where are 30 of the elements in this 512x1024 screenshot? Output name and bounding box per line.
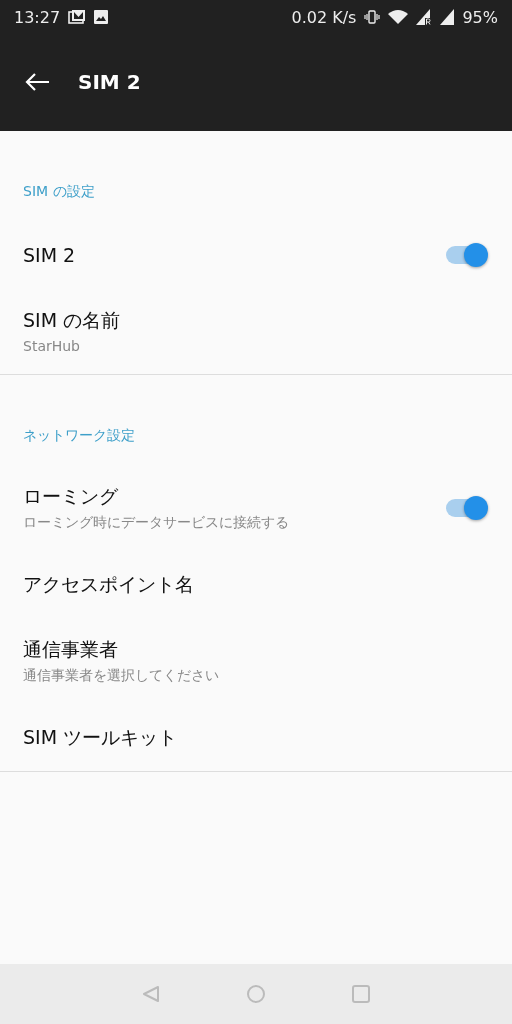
wifi-icon xyxy=(388,9,409,25)
item-title: アクセスポイント名 xyxy=(23,571,195,597)
page-title: SIM 2 xyxy=(78,70,141,94)
section-header: ネットワーク設定 xyxy=(22,426,136,445)
settings-item[interactable]: 通信事業者 通信事業者を選択してください xyxy=(0,618,512,704)
item-summary: 通信事業者を選択してください xyxy=(23,667,220,685)
settings-item[interactable]: SIM の名前 StarHub xyxy=(0,288,512,374)
signal-icon xyxy=(416,9,433,25)
section-header: SIM の設定 xyxy=(22,182,96,201)
status-time: 13:27 xyxy=(14,7,61,27)
item-summary: ローミング時にデータサービスに接続する xyxy=(23,514,290,532)
toggle-switch[interactable] xyxy=(446,245,486,264)
settings-item[interactable]: ローミング ローミング時にデータサービスに接続する xyxy=(0,465,512,551)
image-icon xyxy=(94,10,109,24)
network-speed: 0.02 K/s xyxy=(291,7,357,27)
item-title: SIM ツールキット xyxy=(23,724,179,750)
battery-level: 95% xyxy=(462,7,498,27)
settings-item[interactable]: SIM ツールキット xyxy=(0,704,512,771)
settings-item[interactable]: SIM 2 xyxy=(0,221,512,288)
signal-icon xyxy=(440,9,455,25)
item-title: ローミング xyxy=(23,484,119,509)
item-summary: StarHub xyxy=(23,338,81,354)
item-title: SIM の名前 xyxy=(23,308,122,333)
settings-item[interactable]: アクセスポイント名 xyxy=(0,551,512,618)
mail-icon xyxy=(68,9,87,25)
item-title: 通信事業者 xyxy=(23,637,119,662)
item-title: SIM 2 xyxy=(23,243,77,266)
back-arrow-icon[interactable] xyxy=(24,72,50,92)
vibrate-icon xyxy=(364,9,381,25)
toggle-switch[interactable] xyxy=(446,499,486,517)
